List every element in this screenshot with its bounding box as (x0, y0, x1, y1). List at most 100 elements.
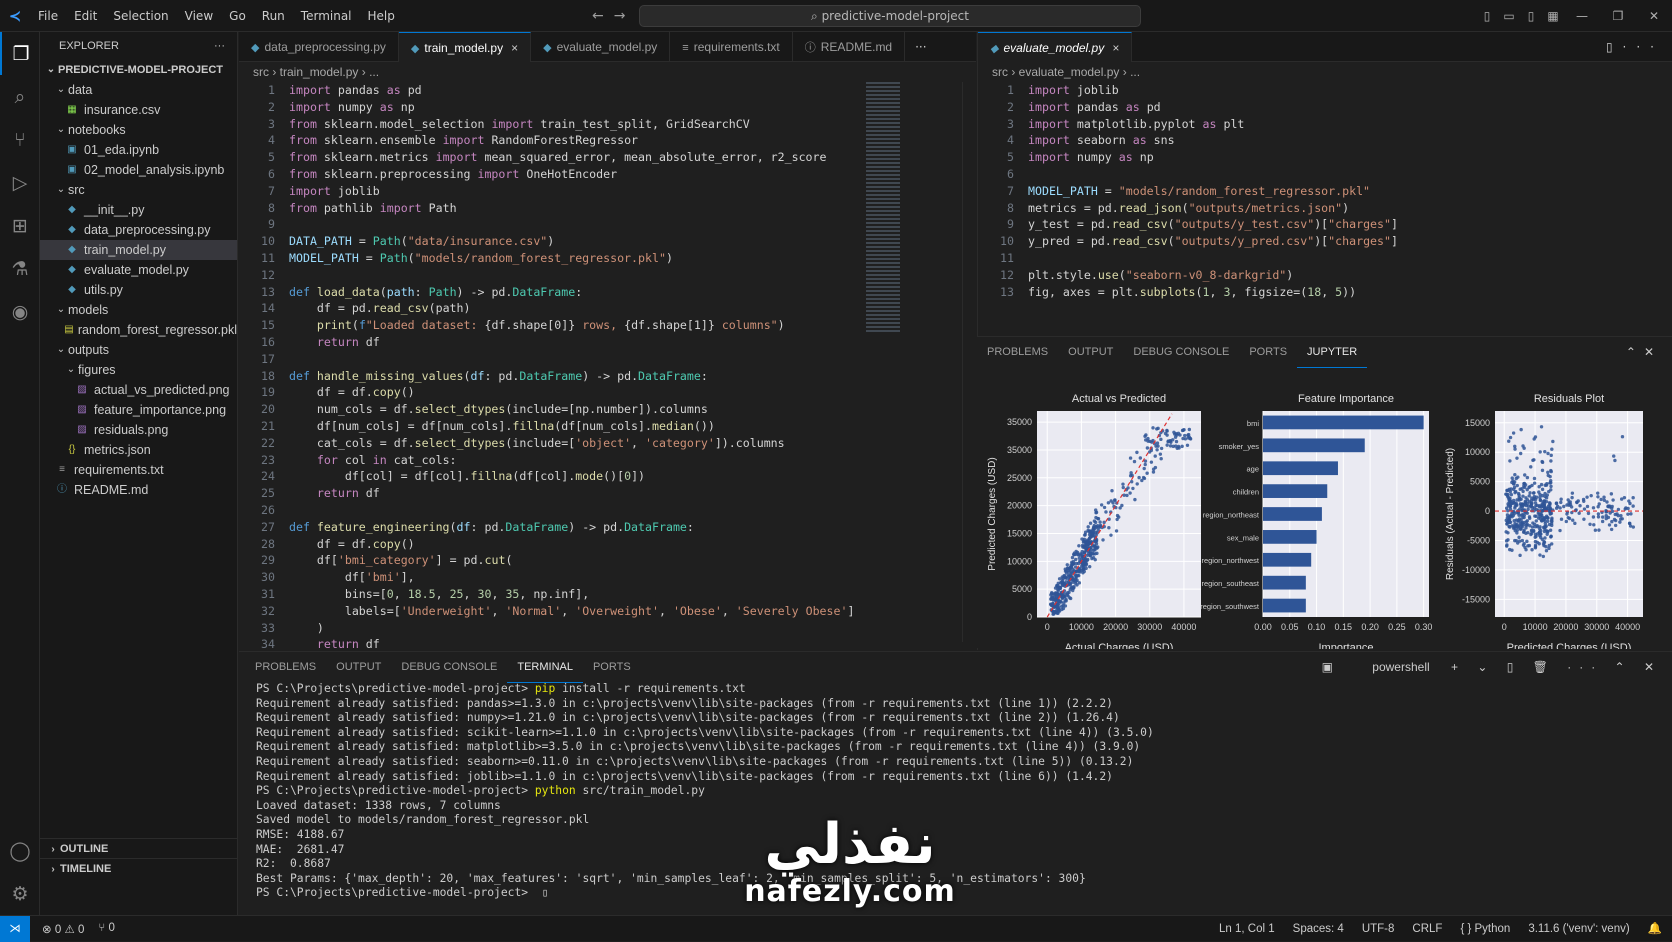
menu-file[interactable]: File (30, 0, 66, 32)
scatter-point (1620, 435, 1625, 439)
scatter-point (1554, 501, 1559, 505)
file-item[interactable]: ◆ __init__.py (40, 200, 237, 220)
file-item[interactable]: ▨ feature_importance.png (40, 400, 237, 420)
menu-edit[interactable]: Edit (66, 0, 105, 32)
customize-layout-icon[interactable]: ▦ (1542, 9, 1564, 23)
panel-actions[interactable]: ⌃✕ (1626, 337, 1662, 367)
breadcrumb-part[interactable]: train_model.py (280, 65, 359, 79)
token: pathlib (323, 200, 380, 215)
folder-item[interactable]: ⌄ src (40, 180, 237, 200)
nav-arrows[interactable]: ←→ (592, 0, 635, 32)
file-item[interactable]: ▨ residuals.png (40, 420, 237, 440)
file-item[interactable]: ◆ utils.py (40, 280, 237, 300)
scatter-point (1536, 516, 1541, 520)
file-item[interactable]: ▣ 02_model_analysis.ipynb (40, 160, 237, 180)
notifications-bell-icon[interactable]: 🔔 (1648, 916, 1662, 942)
tab-requirements-txt[interactable]: ≡ requirements.txt (670, 32, 793, 62)
explorer-more-icon[interactable]: ··· (214, 32, 225, 60)
panel-tab-problems[interactable]: PROBLEMS (977, 337, 1058, 367)
breadcrumb-part[interactable]: evaluate_model.py (1019, 65, 1120, 79)
file-item[interactable]: ▣ 01_eda.ipynb (40, 140, 237, 160)
toggle-secondary-sidebar-icon[interactable]: ▯ (1520, 9, 1542, 23)
menu-help[interactable]: Help (360, 0, 403, 32)
encoding[interactable]: UTF-8 (1362, 916, 1395, 942)
minimize-button[interactable]: — (1564, 9, 1600, 23)
file-item[interactable]: ◆ data_preprocessing.py (40, 220, 237, 240)
breadcrumb-part[interactable]: src (992, 65, 1008, 79)
extensions-icon[interactable]: ⊞ (0, 204, 40, 247)
editor-scrollbar[interactable] (962, 82, 976, 642)
testing-icon[interactable]: ⚗ (0, 247, 40, 290)
outline-section[interactable]: › OUTLINE (40, 838, 238, 858)
file-item[interactable]: ▨ actual_vs_predicted.png (40, 380, 237, 400)
python-interpreter[interactable]: 3.11.6 ('venv': venv) (1528, 916, 1629, 942)
folder-item[interactable]: ⌄ models (40, 300, 237, 320)
panel-tab-debug-console[interactable]: DEBUG CONSOLE (1123, 337, 1239, 367)
close-icon[interactable]: × (511, 41, 518, 55)
timeline-section[interactable]: › TIMELINE (40, 858, 238, 878)
file-item[interactable]: ≡ requirements.txt (40, 460, 237, 480)
file-item[interactable]: ▤ random_forest_regressor.pkl (40, 320, 237, 340)
panel-tab-output[interactable]: OUTPUT (1058, 337, 1123, 367)
close-icon[interactable]: × (1112, 41, 1119, 55)
breadcrumb-part[interactable]: src (253, 65, 269, 79)
file-item[interactable]: {} metrics.json (40, 440, 237, 460)
tab-data_preprocessing-py[interactable]: ◆ data_preprocessing.py (239, 32, 399, 62)
panel-tab-output[interactable]: OUTPUT (326, 652, 391, 682)
run-debug-icon[interactable]: ▷ (0, 161, 40, 204)
scatter-point (1622, 495, 1627, 500)
remote-indicator-icon[interactable]: ⋊ (0, 915, 30, 942)
menu-go[interactable]: Go (221, 0, 254, 32)
more-tabs-icon[interactable]: ··· (905, 32, 936, 61)
toggle-sidebar-icon[interactable]: ▯ (1476, 9, 1498, 23)
restore-button[interactable]: ❐ (1600, 9, 1636, 23)
language-mode[interactable]: { } Python (1460, 916, 1510, 942)
panel-tab-ports[interactable]: PORTS (1239, 337, 1297, 367)
problems-status[interactable]: ⊗ 0 ⚠ 0 (42, 922, 84, 936)
tab-README-md[interactable]: ⓘ README.md (793, 32, 906, 62)
panel-tab-jupyter[interactable]: JUPYTER (1297, 337, 1368, 368)
folder-item[interactable]: ⌄ outputs (40, 340, 237, 360)
indentation[interactable]: Spaces: 4 (1293, 916, 1344, 942)
breadcrumb[interactable]: src › evaluate_model.py › ... (978, 62, 1672, 82)
panel-tab-problems[interactable]: PROBLEMS (245, 652, 326, 682)
panel-tab-debug-console[interactable]: DEBUG CONSOLE (391, 652, 507, 682)
tab-evaluate_model-py[interactable]: ◆ evaluate_model.py (531, 32, 671, 62)
scatter-point (1511, 487, 1516, 492)
folder-item[interactable]: ⌄ data (40, 80, 237, 100)
menu-run[interactable]: Run (254, 0, 293, 32)
editor-actions[interactable]: ▯··· (1606, 32, 1664, 62)
remote-explorer-icon[interactable]: ◉ (0, 290, 40, 333)
close-window-button[interactable]: ✕ (1636, 9, 1672, 23)
file-item[interactable]: ◆ train_model.py (40, 240, 237, 260)
account-icon[interactable]: ◯ (0, 829, 40, 872)
tab-train_model-py[interactable]: ◆ train_model.py × (398, 32, 532, 62)
folder-item[interactable]: ⌄ notebooks (40, 120, 237, 140)
settings-gear-icon[interactable]: ⚙ (0, 872, 40, 915)
menu-view[interactable]: View (177, 0, 221, 32)
command-center-search[interactable]: ⌕ predictive-model-project (639, 5, 1141, 27)
explorer-icon[interactable]: ❐ (0, 32, 40, 75)
cursor-position[interactable]: Ln 1, Col 1 (1219, 916, 1275, 942)
ports-status[interactable]: ⑂ 0 (98, 922, 115, 936)
menu-terminal[interactable]: Terminal (293, 0, 360, 32)
line-endings[interactable]: CRLF (1412, 916, 1442, 942)
file-item[interactable]: ▦ insurance.csv (40, 100, 237, 120)
toggle-panel-icon[interactable]: ▭ (1498, 9, 1520, 23)
menu-selection[interactable]: Selection (105, 0, 176, 32)
code-editor[interactable]: 1 import joblib 2 import pandas as pd 3 impor… (978, 82, 1672, 300)
breadcrumb-part[interactable]: ... (369, 65, 379, 79)
file-item[interactable]: ◆ evaluate_model.py (40, 260, 237, 280)
search-icon[interactable]: ⌕ (0, 75, 40, 118)
terminal-actions[interactable]: ▣ powershell + ⌄ ▯ 🗑 ··· ⌃ ✕ (1312, 652, 1662, 682)
folder-item[interactable]: ⌄ figures (40, 360, 237, 380)
panel-tab-ports[interactable]: PORTS (583, 652, 641, 682)
file-item[interactable]: ⓘ README.md (40, 480, 237, 500)
breadcrumb-part[interactable]: ... (1130, 65, 1140, 79)
project-root[interactable]: ⌄ PREDICTIVE-MODEL-PROJECT (40, 60, 237, 80)
panel-tab-terminal[interactable]: TERMINAL (507, 652, 583, 683)
tab-evaluate-model[interactable]: ◆ evaluate_model.py × (978, 32, 1133, 62)
breadcrumb[interactable]: src › train_model.py › ... (239, 62, 976, 82)
minimap[interactable] (866, 82, 900, 332)
source-control-icon[interactable]: ⑂ (0, 118, 40, 161)
